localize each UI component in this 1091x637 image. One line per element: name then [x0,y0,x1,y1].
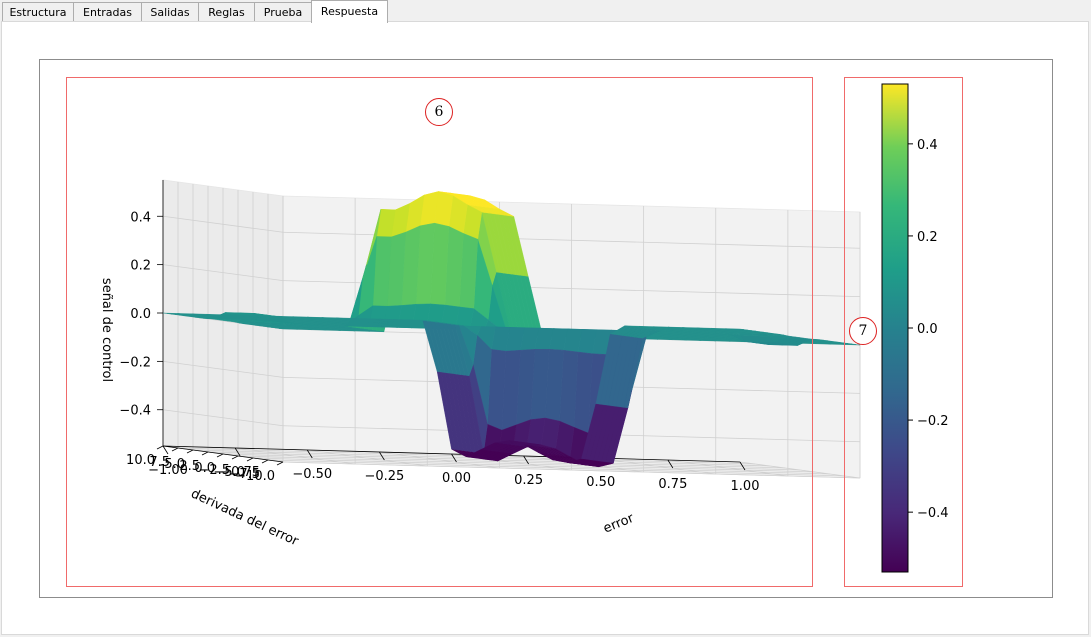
tab-respuesta[interactable]: Respuesta [311,0,388,23]
tab-entradas[interactable]: Entradas [73,2,142,21]
tab-salidas[interactable]: Salidas [141,2,199,21]
tab-reglas[interactable]: Reglas [198,2,255,21]
surface-highlight-box [66,77,813,587]
tab-prueba[interactable]: Prueba [254,2,312,21]
marker-6: 6 [425,98,453,126]
tab-estructura[interactable]: Estructura [2,2,74,21]
tab-bar: Estructura Entradas Salidas Reglas Prueb… [0,0,1091,23]
marker-7: 7 [849,317,877,345]
figure-canvas: −1.00 −0.75 −0.50 −0.25 0.00 0.25 0.50 0.75 1.00… [39,59,1053,598]
